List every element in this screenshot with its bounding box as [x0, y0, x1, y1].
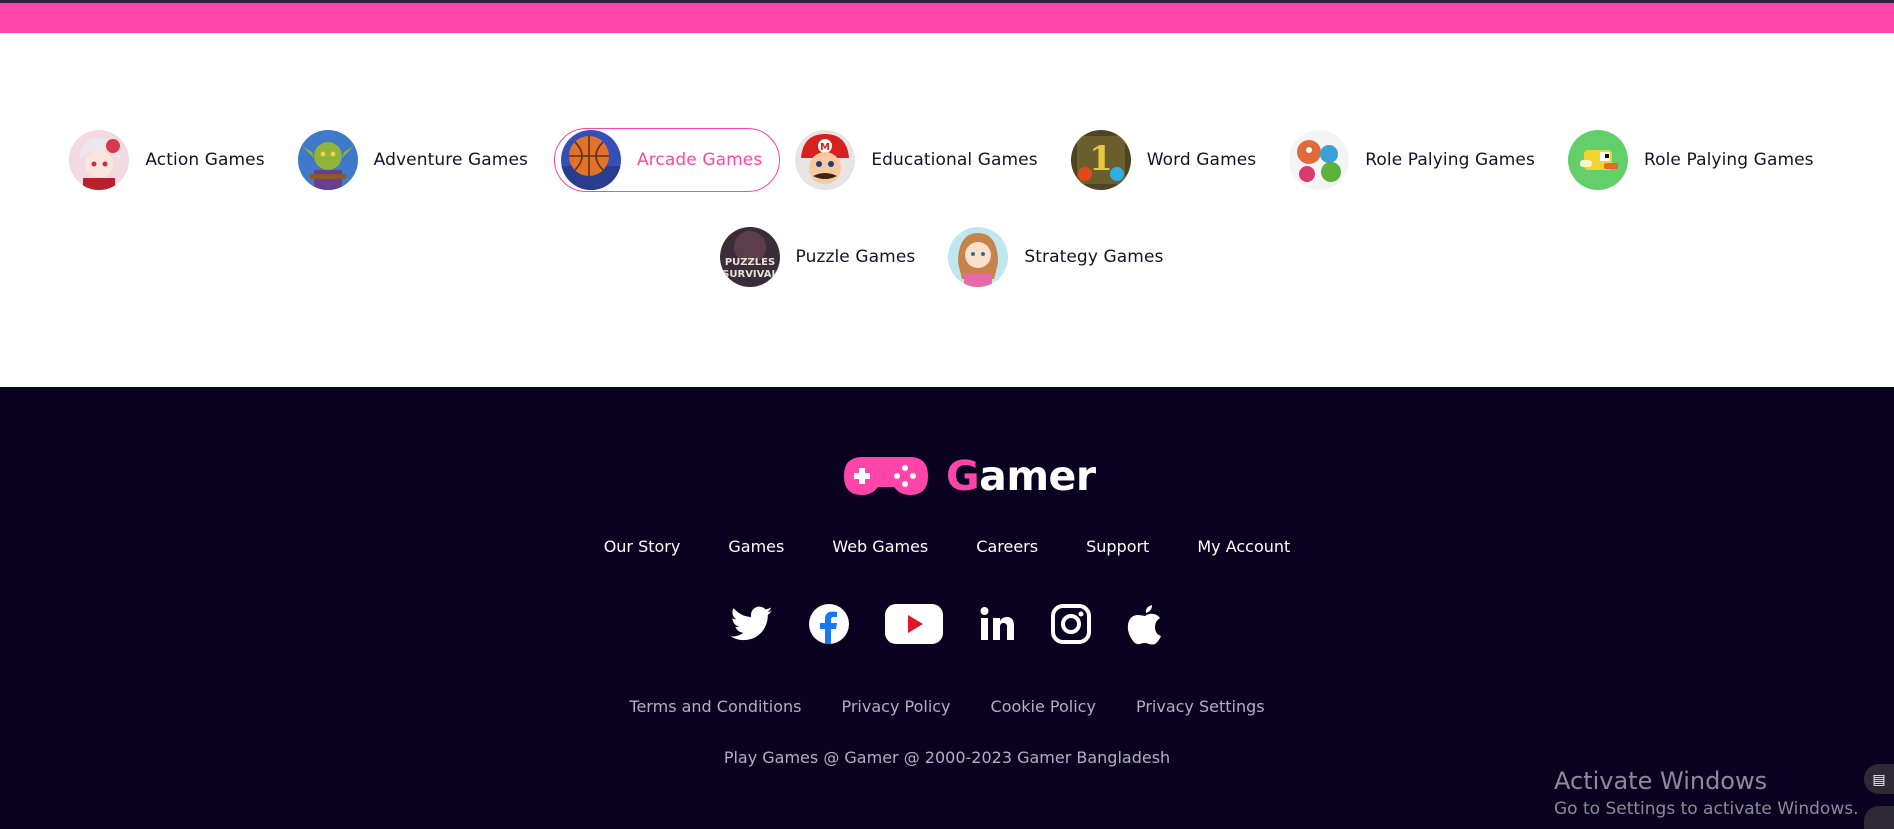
- youtube-icon[interactable]: [885, 604, 943, 649]
- category-label: Role Palying Games: [1643, 150, 1814, 170]
- footer-link-my-account[interactable]: My Account: [1197, 537, 1290, 556]
- footer-logo[interactable]: Gamer: [842, 452, 1096, 500]
- windows-activation-watermark: Activate Windows Go to Settings to activ…: [1554, 767, 1859, 819]
- category-label: Role Palying Games: [1365, 150, 1535, 170]
- terms-link[interactable]: Terms and Conditions: [629, 697, 801, 716]
- category-role-playing-games[interactable]: Role Palying Games: [1282, 128, 1553, 192]
- privacy-settings-link[interactable]: Privacy Settings: [1136, 697, 1265, 716]
- watermark-title: Activate Windows: [1554, 767, 1768, 795]
- privacy-policy-link[interactable]: Privacy Policy: [841, 697, 950, 716]
- svg-text:1: 1: [1089, 139, 1113, 179]
- linkedin-icon[interactable]: [979, 606, 1015, 647]
- facebook-icon[interactable]: [809, 604, 849, 649]
- footer-link-web-games[interactable]: Web Games: [832, 537, 928, 556]
- category-label: Action Games: [145, 150, 265, 170]
- category-label: Adventure Games: [373, 150, 528, 170]
- category-role-playing-games-2[interactable]: Role Palying Games: [1561, 128, 1832, 192]
- top-accent-bar: [0, 3, 1894, 33]
- legal-links: Terms and Conditions Privacy Policy Cook…: [0, 697, 1894, 716]
- anime-girl-thumbnail: [69, 130, 130, 190]
- apple-icon[interactable]: [1127, 603, 1163, 650]
- puzzles-survival-thumbnail: PUZZLES SURVIVAL: [719, 227, 780, 287]
- footer-link-games[interactable]: Games: [728, 537, 784, 556]
- logo-wordmark: Gamer: [946, 452, 1096, 500]
- footer-nav: Our Story Games Web Games Careers Suppor…: [0, 537, 1894, 556]
- category-strategy-games[interactable]: Strategy Games: [941, 225, 1181, 289]
- category-row: PUZZLES SURVIVAL Puzzle Games Strategy Ga…: [0, 225, 1894, 289]
- category-label: Educational Games: [871, 150, 1038, 170]
- cartoon-girl-thumbnail: [948, 227, 1009, 287]
- footer-link-careers[interactable]: Careers: [976, 537, 1038, 556]
- site-footer: Gamer Our Story Games Web Games Careers …: [0, 387, 1894, 829]
- side-panel-book-icon[interactable]: ▤: [1864, 764, 1894, 794]
- twitter-icon[interactable]: [730, 606, 773, 647]
- category-row: Action Games Adventure Games Arcade Game…: [0, 128, 1894, 192]
- category-educational-games[interactable]: M Educational Games: [788, 128, 1055, 192]
- cookie-policy-link[interactable]: Cookie Policy: [991, 697, 1096, 716]
- category-label: Strategy Games: [1024, 247, 1164, 267]
- svg-text:PUZZLES: PUZZLES: [724, 257, 774, 268]
- footer-link-support[interactable]: Support: [1086, 537, 1149, 556]
- copyright-text: Play Games @ Gamer @ 2000-2023 Gamer Ban…: [723, 748, 1171, 767]
- footer-link-our-story[interactable]: Our Story: [604, 537, 681, 556]
- category-puzzle-games[interactable]: PUZZLES SURVIVAL Puzzle Games: [713, 225, 934, 289]
- svg-text:SURVIVAL: SURVIVAL: [722, 269, 778, 280]
- category-label: Puzzle Games: [795, 247, 916, 267]
- side-panel-extension-icon[interactable]: [1864, 806, 1894, 829]
- watermark-subtitle: Go to Settings to activate Windows.: [1554, 799, 1859, 819]
- goblin-thumbnail: [297, 130, 358, 190]
- category-word-games[interactable]: 1 Word Games: [1064, 128, 1275, 192]
- gamepad-icon: [844, 457, 928, 495]
- fireboy-watergirl-thumbnail: 1: [1070, 130, 1131, 190]
- category-label: Arcade Games: [636, 150, 763, 170]
- basketball-thumbnail: [560, 130, 621, 190]
- cartoon-characters-thumbnail: [1289, 130, 1350, 190]
- flappy-bird-thumbnail: [1567, 130, 1628, 190]
- category-label: Word Games: [1146, 150, 1257, 170]
- category-arcade-games[interactable]: Arcade Games: [553, 128, 781, 192]
- category-action-games[interactable]: Action Games: [62, 128, 282, 192]
- social-links: [0, 603, 1894, 650]
- svg-text:M: M: [820, 142, 830, 153]
- mario-thumbnail: M: [795, 130, 856, 190]
- instagram-icon[interactable]: [1051, 604, 1091, 649]
- category-adventure-games[interactable]: Adventure Games: [291, 128, 546, 192]
